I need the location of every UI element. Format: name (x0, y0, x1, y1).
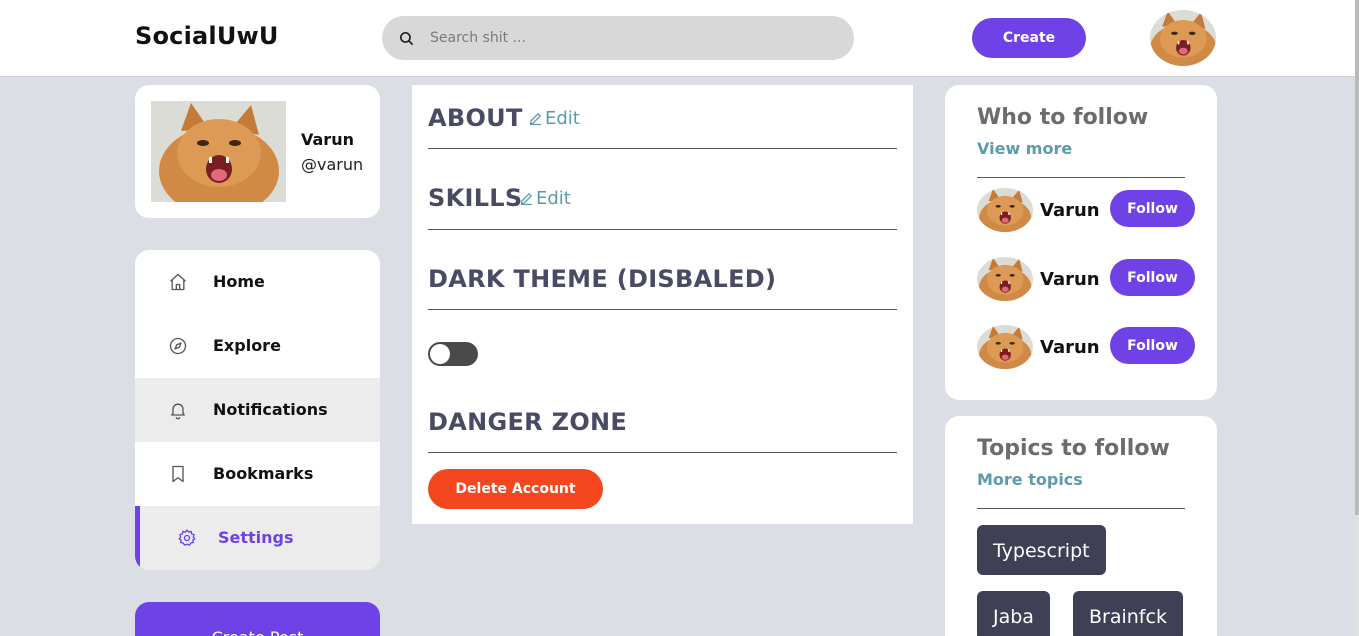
who-to-follow-card: Who to follow View more Varun Follow Var… (945, 85, 1217, 400)
divider (428, 229, 897, 230)
profile-card[interactable]: Varun @varun (135, 85, 380, 218)
divider (428, 148, 897, 149)
bell-icon (171, 403, 185, 420)
topics-title: Topics to follow (977, 436, 1170, 461)
pencil-icon (529, 113, 542, 126)
sidebar-item-home[interactable]: Home (135, 250, 380, 314)
edit-label: Edit (545, 108, 580, 129)
user-avatar[interactable] (1150, 10, 1216, 66)
avatar[interactable] (977, 188, 1033, 232)
topic-tag[interactable]: Brainfck (1073, 591, 1183, 636)
follow-button[interactable]: Follow (1110, 327, 1195, 364)
follow-button[interactable]: Follow (1110, 190, 1195, 227)
create-post-button[interactable]: Create Post (135, 602, 380, 636)
follow-user-name[interactable]: Varun (1040, 200, 1100, 221)
skills-title: SKILLS (428, 184, 523, 212)
sidebar-nav: Home Explore Notifications Bookmarks Set… (135, 250, 380, 570)
about-title: ABOUT (428, 104, 523, 132)
dark-theme-title: DARK THEME (DISBALED) (428, 265, 777, 293)
follow-button[interactable]: Follow (1110, 259, 1195, 296)
bookmark-icon (172, 465, 184, 483)
search-input[interactable] (430, 16, 830, 60)
who-to-follow-title: Who to follow (977, 105, 1149, 130)
view-more-link[interactable]: View more (977, 139, 1072, 158)
sidebar-item-notifications[interactable]: Notifications (135, 378, 380, 442)
divider (428, 452, 897, 453)
follow-suggestion: Varun Follow (977, 188, 1197, 232)
topic-tag[interactable]: Typescript (977, 525, 1106, 575)
delete-account-button[interactable]: Delete Account (428, 469, 603, 509)
divider (428, 309, 897, 310)
profile-name: Varun (301, 130, 354, 149)
avatar[interactable] (977, 325, 1033, 369)
topics-card: Topics to follow More topics Typescript … (945, 416, 1217, 636)
profile-photo (151, 101, 286, 202)
top-navbar: SocialUwU Create (0, 0, 1359, 77)
sidebar-item-bookmarks[interactable]: Bookmarks (135, 442, 380, 506)
page-scrollbar[interactable] (1355, 0, 1359, 636)
follow-user-name[interactable]: Varun (1040, 269, 1100, 290)
dark-theme-toggle[interactable] (428, 342, 478, 366)
about-edit-link[interactable]: Edit (528, 108, 580, 129)
sidebar-item-label: Bookmarks (213, 464, 314, 483)
search-icon (399, 31, 414, 46)
scrollbar-thumb[interactable] (1355, 0, 1359, 515)
pencil-icon (520, 193, 533, 206)
skills-edit-link[interactable]: Edit (519, 188, 571, 209)
divider (977, 177, 1185, 178)
divider (977, 508, 1185, 509)
follow-user-name[interactable]: Varun (1040, 337, 1100, 358)
home-icon (170, 273, 186, 291)
edit-label: Edit (536, 188, 571, 209)
search-bar[interactable] (382, 16, 854, 60)
more-topics-link[interactable]: More topics (977, 470, 1083, 489)
topic-tag[interactable]: Jaba (977, 591, 1050, 636)
sidebar-item-label: Home (213, 272, 265, 291)
sidebar-item-label: Settings (218, 528, 294, 547)
follow-suggestion: Varun Follow (977, 257, 1197, 301)
toggle-knob (430, 344, 450, 364)
sidebar-item-label: Notifications (213, 400, 328, 419)
compass-icon (169, 337, 187, 355)
create-button[interactable]: Create (972, 18, 1086, 58)
gear-icon (178, 529, 196, 546)
profile-handle: @varun (301, 155, 364, 174)
sidebar-item-label: Explore (213, 336, 281, 355)
sidebar-item-settings[interactable]: Settings (135, 506, 380, 570)
danger-zone-title: DANGER ZONE (428, 408, 628, 436)
avatar[interactable] (977, 257, 1033, 301)
follow-suggestion: Varun Follow (977, 325, 1197, 369)
brand-logo[interactable]: SocialUwU (135, 22, 279, 50)
sidebar-item-explore[interactable]: Explore (135, 314, 380, 378)
settings-panel: ABOUT Edit SKILLS Edit DARK THEME (DISBA… (412, 85, 913, 524)
